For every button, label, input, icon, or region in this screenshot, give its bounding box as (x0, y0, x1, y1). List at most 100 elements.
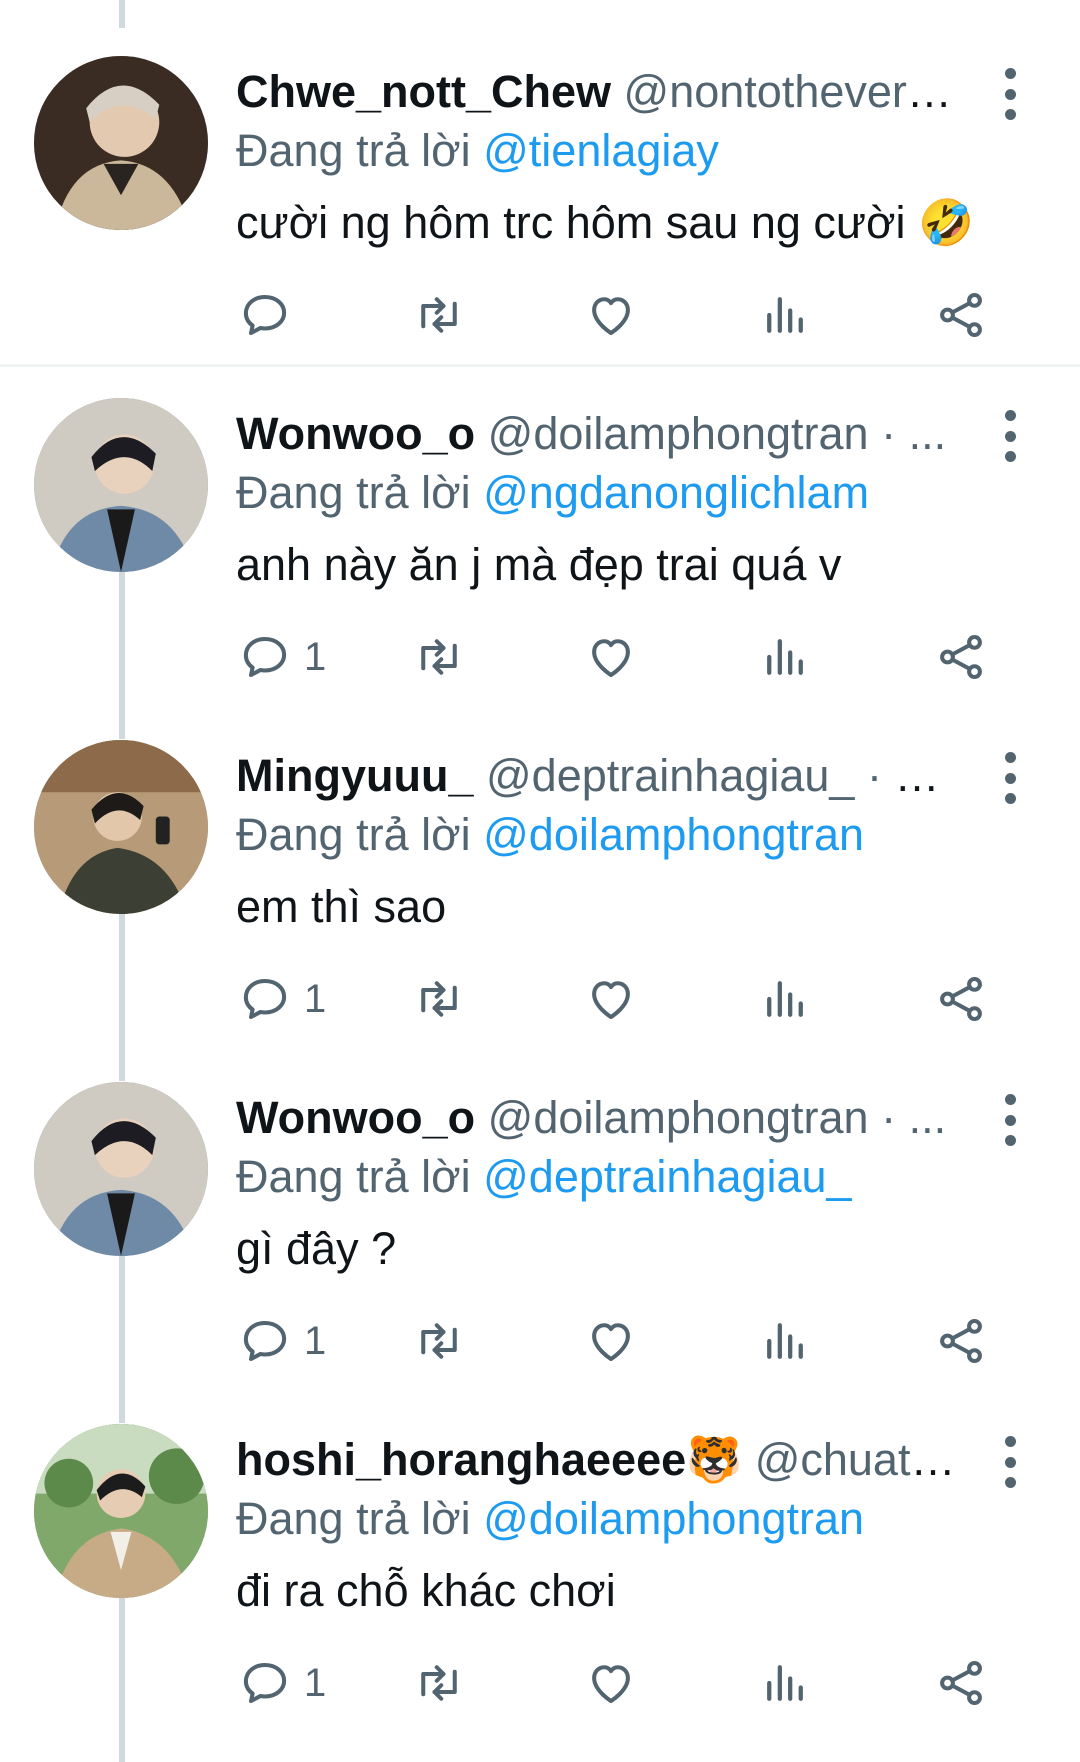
avatar[interactable] (34, 1424, 208, 1598)
speech-bubble-icon (243, 978, 287, 1020)
reply-count: 1 (304, 1318, 327, 1363)
speech-bubble-icon (243, 1662, 287, 1704)
share-button[interactable] (934, 1310, 988, 1372)
replying-to-label: Đang trả lời (236, 125, 471, 176)
bar-chart-icon (767, 297, 803, 333)
replying-to: Đang trả lời @doilamphongtran (236, 804, 864, 866)
user-handle[interactable]: @deptrainhagiau_ · 5m (486, 750, 956, 801)
tweet-text: đi ra chỗ khác chơi (236, 1565, 616, 1616)
retweet-button[interactable] (412, 1652, 466, 1714)
heart-icon (592, 639, 630, 678)
tweet-header: Wonwoo_o @doilamphongtran · ... (236, 406, 956, 462)
retweet-icon (421, 297, 457, 333)
like-button[interactable] (584, 968, 638, 1030)
retweet-icon (421, 1665, 457, 1701)
reply-count: 1 (304, 634, 327, 679)
reply-button[interactable]: 1 (238, 626, 326, 688)
tweet-header: Chwe_nott_Chew @nontothever_... (236, 64, 956, 120)
reply-count: 1 (304, 1660, 327, 1705)
share-icon (940, 634, 982, 680)
views-button[interactable] (758, 1652, 812, 1714)
display-name[interactable]: Mingyuuu_ (236, 750, 473, 801)
retweet-icon (421, 981, 457, 1017)
tweet-text: anh này ăn j mà đẹp trai quá v (236, 539, 842, 590)
retweet-icon (421, 1323, 457, 1359)
tweet-text: cười ng hôm trc hôm sau ng cười 🤣 (236, 197, 975, 248)
reply-button[interactable]: 1 (238, 968, 326, 1030)
mention-link[interactable]: @tienlagiay (483, 125, 719, 176)
more-options-icon[interactable] (992, 68, 1028, 120)
tweet[interactable]: Wonwoo_o @doilamphongtran · ... Đang trả… (0, 376, 1080, 716)
more-options-icon[interactable] (992, 1094, 1028, 1146)
like-button[interactable] (584, 626, 638, 688)
avatar[interactable] (34, 740, 208, 914)
mention-link[interactable]: @doilamphongtran (483, 809, 864, 860)
tweet[interactable]: Chwe_nott_Chew @nontothever_... Đang trả… (0, 34, 1080, 374)
tweet-header: hoshi_horanghaeeee🐯 @chuate... (236, 1432, 956, 1488)
like-button[interactable] (584, 1310, 638, 1372)
replying-to: Đang trả lời @tienlagiay (236, 120, 719, 182)
share-button[interactable] (934, 626, 988, 688)
action-bar: 1 (0, 1310, 1080, 1372)
share-icon (940, 1660, 982, 1706)
tweet[interactable]: Mingyuuu_ @deptrainhagiau_ · 5m Đang trả… (0, 718, 1080, 1058)
action-bar: 1 (0, 1652, 1080, 1714)
user-handle[interactable]: @chuate... (755, 1434, 956, 1485)
views-button[interactable] (758, 626, 812, 688)
share-button[interactable] (934, 284, 988, 346)
replying-to: Đang trả lời @ngdanonglichlam (236, 462, 869, 524)
tweet[interactable]: Wonwoo_o @doilamphongtran · ... Đang trả… (0, 1060, 1080, 1400)
avatar[interactable] (34, 398, 208, 572)
avatar[interactable] (34, 56, 208, 230)
heart-icon (592, 1665, 630, 1704)
tweet-text: gì đây ? (236, 1223, 397, 1274)
share-button[interactable] (934, 1652, 988, 1714)
retweet-button[interactable] (412, 284, 466, 346)
display-name[interactable]: hoshi_horanghaeeee🐯 (236, 1434, 742, 1485)
thread-line (119, 0, 125, 28)
heart-icon (592, 981, 630, 1020)
bar-chart-icon (767, 981, 803, 1017)
like-button[interactable] (584, 1652, 638, 1714)
views-button[interactable] (758, 284, 812, 346)
display-name[interactable]: Chwe_nott_Chew (236, 66, 611, 117)
user-handle[interactable]: @doilamphongtran · ... (488, 408, 946, 459)
display-name[interactable]: Wonwoo_o (236, 1092, 475, 1143)
replying-to: Đang trả lời @deptrainhagiau_ (236, 1146, 852, 1208)
avatar[interactable] (34, 1082, 208, 1256)
more-options-icon[interactable] (992, 1436, 1028, 1488)
action-bar: 1 (0, 968, 1080, 1030)
user-handle[interactable]: @nontothever_... (624, 66, 956, 117)
views-button[interactable] (758, 968, 812, 1030)
mention-link[interactable]: @doilamphongtran (483, 1493, 864, 1544)
share-button[interactable] (934, 968, 988, 1030)
tweet[interactable]: hoshi_horanghaeeee🐯 @chuate... Đang trả … (0, 1402, 1080, 1742)
more-options-icon[interactable] (992, 410, 1028, 462)
user-handle[interactable]: @doilamphongtran · ... (488, 1092, 946, 1143)
display-name[interactable]: Wonwoo_o (236, 408, 475, 459)
like-button[interactable] (584, 284, 638, 346)
reply-button[interactable] (238, 284, 304, 346)
reply-button[interactable]: 1 (238, 1310, 326, 1372)
speech-bubble-icon (243, 294, 287, 336)
tweet-header: Wonwoo_o @doilamphongtran · ... (236, 1090, 956, 1146)
share-icon (940, 1318, 982, 1364)
action-bar: 1 (0, 626, 1080, 688)
retweet-icon (421, 639, 457, 675)
mention-link[interactable]: @ngdanonglichlam (483, 467, 869, 518)
reply-button[interactable]: 1 (238, 1652, 326, 1714)
retweet-button[interactable] (412, 626, 466, 688)
retweet-button[interactable] (412, 968, 466, 1030)
mention-link[interactable]: @deptrainhagiau_ (483, 1151, 851, 1202)
heart-icon (592, 1323, 630, 1362)
more-options-icon[interactable] (992, 752, 1028, 804)
retweet-button[interactable] (412, 1310, 466, 1372)
heart-icon (592, 297, 630, 336)
views-button[interactable] (758, 1310, 812, 1372)
bar-chart-icon (767, 1665, 803, 1701)
replying-to-label: Đang trả lời (236, 467, 471, 518)
bar-chart-icon (767, 1323, 803, 1359)
replying-to-label: Đang trả lời (236, 1151, 471, 1202)
bar-chart-icon (767, 639, 803, 675)
replying-to-label: Đang trả lời (236, 1493, 471, 1544)
